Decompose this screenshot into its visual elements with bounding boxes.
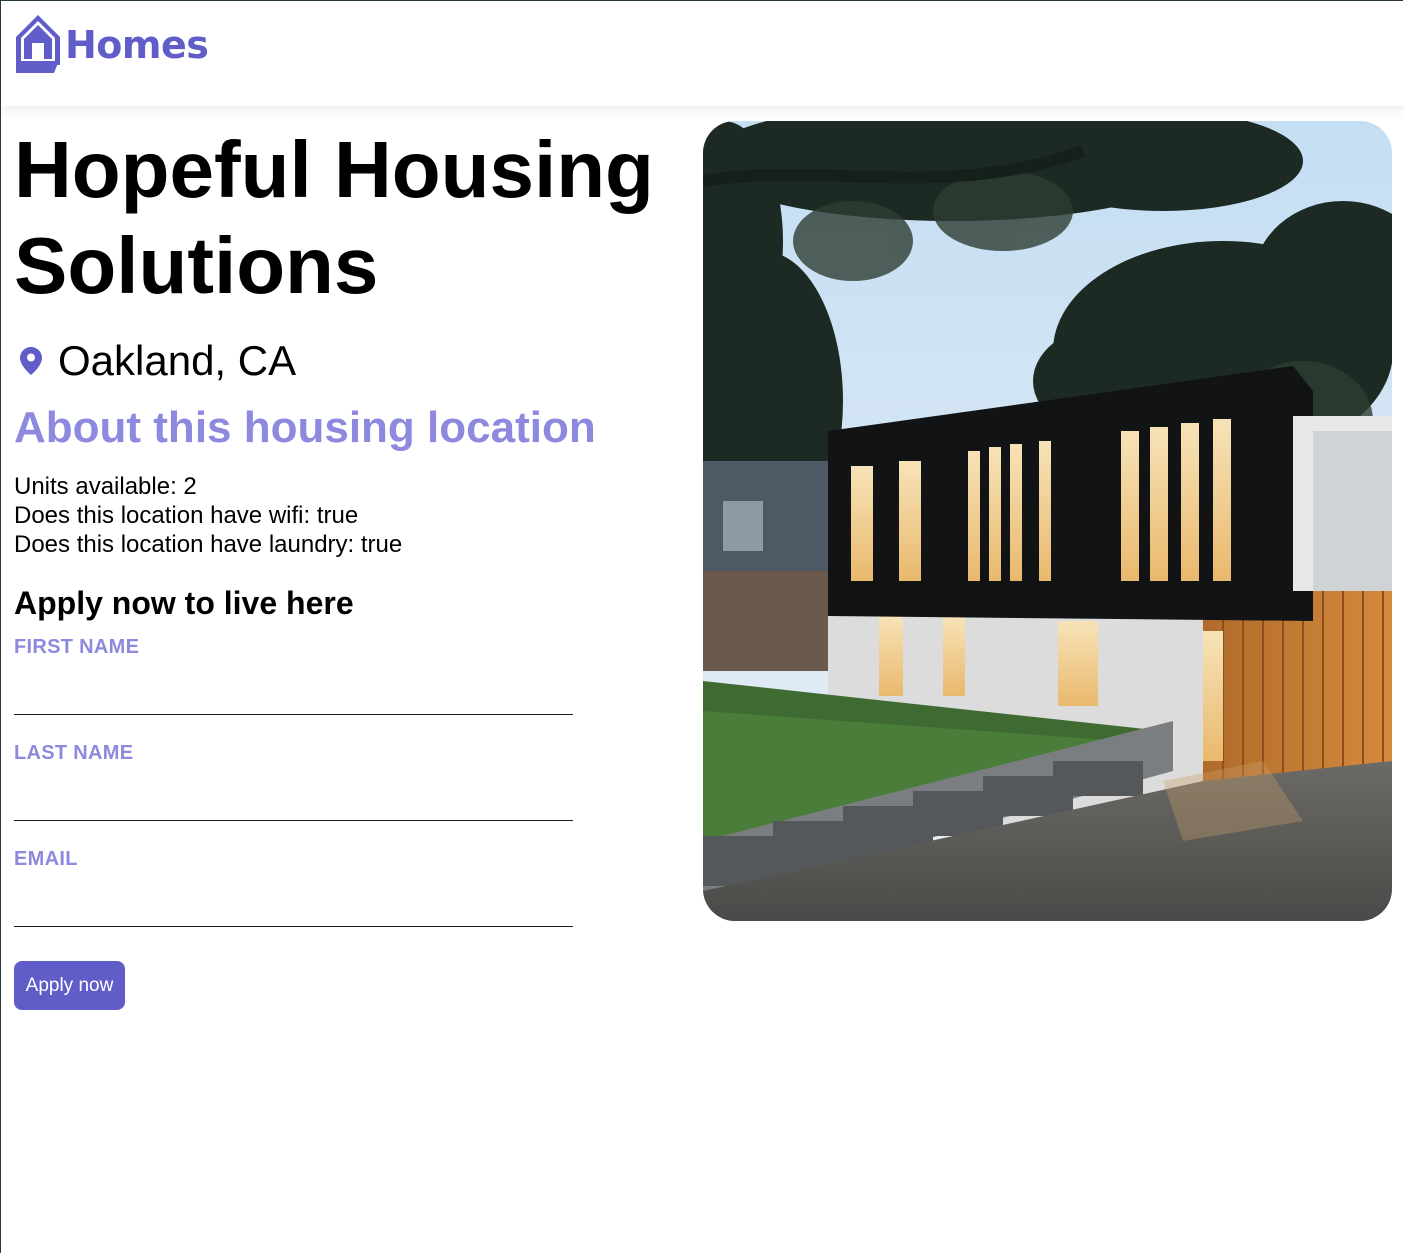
first-name-input[interactable] — [14, 673, 573, 715]
brand-home-link[interactable]: Homes — [14, 13, 209, 73]
email-input[interactable] — [14, 885, 573, 927]
listing-features: Units available: 2 Does this location ha… — [14, 472, 704, 559]
last-name-field: LAST NAME — [14, 728, 575, 834]
email-label: EMAIL — [14, 847, 78, 870]
listing-photo — [703, 121, 1392, 921]
first-name-label: FIRST NAME — [14, 635, 140, 658]
house-logo-icon — [16, 15, 60, 73]
location-text: Oakland, CA — [58, 337, 297, 384]
laundry-availability: Does this location have laundry: true — [14, 531, 403, 559]
apply-heading: Apply now to live here — [14, 585, 354, 622]
last-name-label: LAST NAME — [14, 741, 134, 764]
listing-location: Oakland, CA — [14, 340, 704, 382]
first-name-field: FIRST NAME — [14, 622, 575, 728]
top-navigation-bar: Homes — [1, 1, 1404, 106]
house-photo — [703, 121, 1392, 921]
units-available: Units available: 2 — [14, 473, 197, 501]
about-heading: About this housing location — [14, 403, 596, 452]
last-name-input[interactable] — [14, 779, 573, 821]
apply-now-button[interactable]: Apply now — [14, 961, 125, 1010]
map-pin-icon — [20, 347, 42, 375]
application-form: FIRST NAME LAST NAME EMAIL — [14, 622, 704, 940]
brand-name: Homes — [65, 23, 209, 67]
listing-title: Hopeful Housing Solutions — [14, 125, 654, 310]
listing-details: Hopeful Housing Solutions Oakland, CA Ab… — [14, 122, 704, 940]
email-field: EMAIL — [14, 834, 575, 940]
wifi-availability: Does this location have wifi: true — [14, 502, 359, 530]
